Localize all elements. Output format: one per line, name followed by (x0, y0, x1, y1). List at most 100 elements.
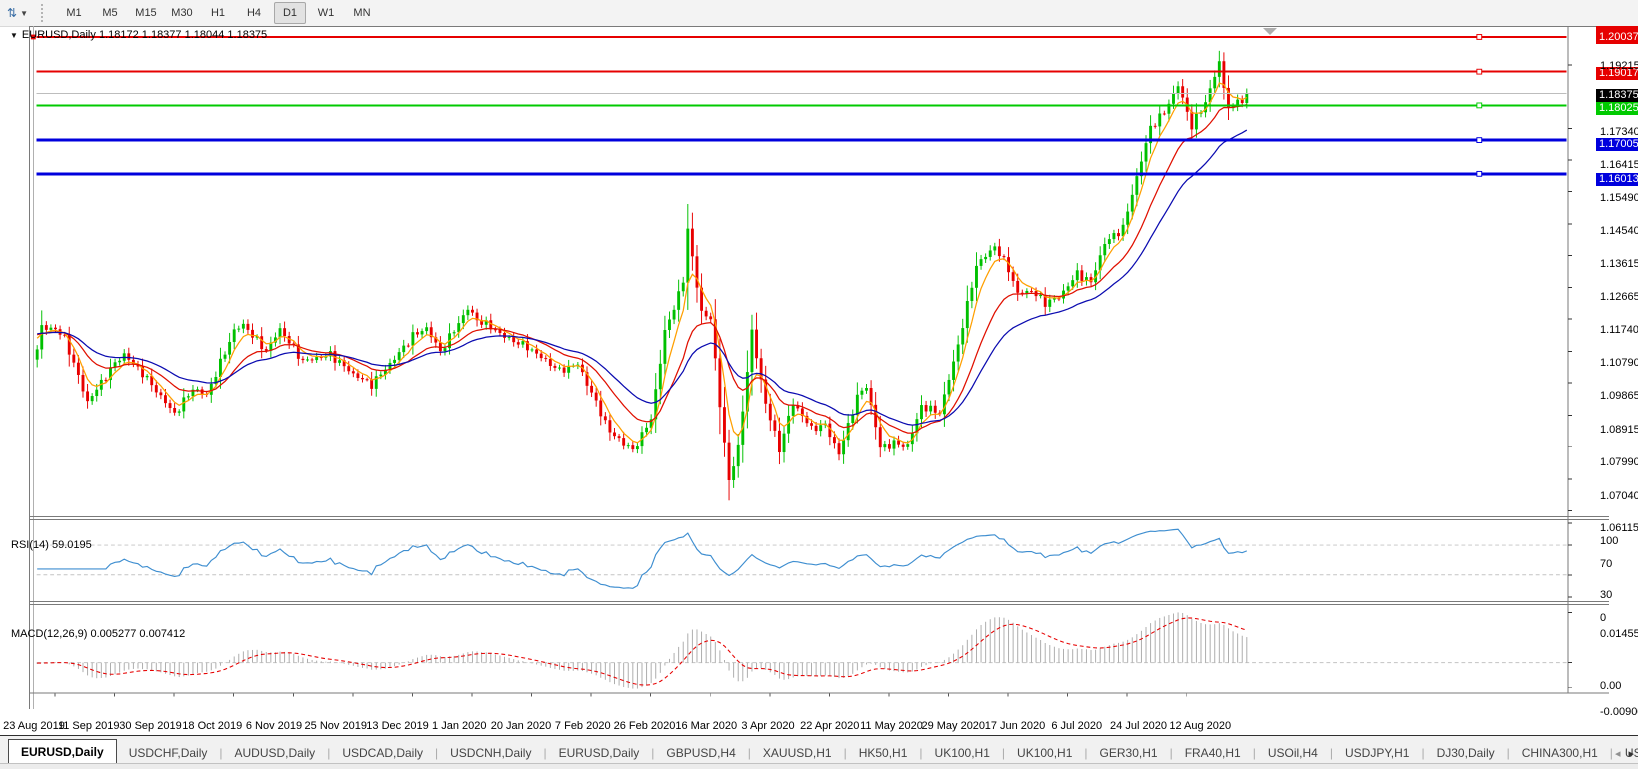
level-price-label: 1.17005 (1596, 138, 1638, 151)
line-handle (1477, 103, 1482, 108)
price-tick-label: 1.07040 (1600, 490, 1638, 502)
chart-tab-usdjpy-h1[interactable]: USDJPY,H1 (1333, 742, 1421, 764)
chart-tab-audusd-daily[interactable]: AUDUSD,Daily (223, 742, 328, 764)
symbol-dropdown-icon[interactable]: ▼ (10, 31, 18, 40)
date-tick-label: 17 Jun 2020 (985, 719, 1046, 733)
line-handle (1477, 171, 1482, 176)
date-tick-label: 24 Jul 2020 (1110, 719, 1167, 733)
date-tick-label: 18 Oct 2019 (182, 719, 242, 733)
price-tick-label: 1.19215 (1600, 60, 1638, 72)
date-tick-label: 6 Nov 2019 (246, 719, 302, 733)
chart-tab-bar: EURUSD,DailyUSDCHF,Daily|AUDUSD,Daily|US… (0, 735, 1638, 764)
chart-shift-marker-icon[interactable] (1263, 28, 1277, 35)
chart-tab-usoil-h4[interactable]: USOil,H4 (1256, 742, 1330, 764)
candles-layer[interactable] (36, 51, 1249, 500)
timeframe-toolbar: ⇅ ▼ M1M5M15M30H1H4D1W1MN (0, 0, 1638, 27)
price-tick-label: 1.14540 (1600, 225, 1638, 237)
price-tick-label: 1.17340 (1600, 126, 1638, 138)
chart-tab-gbpusd-h4[interactable]: GBPUSD,H4 (654, 742, 747, 764)
rsi-line (37, 529, 1247, 588)
level-price-label: 1.18025 (1596, 102, 1638, 115)
price-level-lines[interactable] (31, 35, 1567, 177)
timeframe-button-mn[interactable]: MN (346, 2, 378, 24)
trading-platform-window: { "toolbar": { "icon": "chart-profile", … (0, 0, 1638, 769)
chart-tab-uk100-h1[interactable]: UK100,H1 (1005, 742, 1084, 764)
date-tick-label: 29 May 2020 (921, 719, 985, 733)
chart-profile-button[interactable]: ⇅ ▼ (4, 4, 31, 22)
chart-tab-eurusd-daily[interactable]: EURUSD,Daily (8, 739, 117, 764)
chart-tab-usdchf-daily[interactable]: USDCHF,Daily (117, 742, 220, 764)
price-tick-label: 1.13615 (1600, 258, 1638, 270)
price-tick-label: 1.11740 (1600, 324, 1638, 336)
level-price-label: 1.16013 (1596, 173, 1638, 186)
price-tick-label: 1.08915 (1600, 424, 1638, 436)
date-tick-label: 7 Feb 2020 (555, 719, 611, 733)
date-tick-label: 26 Feb 2020 (614, 719, 676, 733)
timeframe-button-m30[interactable]: M30 (166, 2, 198, 24)
rsi-scale-label: 30 (1600, 589, 1612, 601)
macd-histogram (37, 612, 1247, 688)
date-tick-label: 3 Apr 2020 (741, 719, 794, 733)
date-tick-label: 16 Mar 2020 (675, 719, 737, 733)
date-tick-label: 11 Sep 2019 (58, 719, 120, 733)
rsi-scale-label: 70 (1600, 558, 1612, 570)
chart-tab-dj30-daily[interactable]: DJ30,Daily (1425, 742, 1507, 764)
date-tick-label: 25 Nov 2019 (305, 719, 367, 733)
line-handle (1477, 138, 1482, 143)
moving-average-lines (37, 83, 1247, 443)
rsi-indicator-label: RSI(14) 59.0195 (11, 539, 92, 551)
chart-tab-usdcnh-daily[interactable]: USDCNH,Daily (438, 742, 543, 764)
chart-title: ▼ EURUSD,Daily 1.18172 1.18377 1.18044 1.… (10, 29, 267, 41)
tab-scroll-right-icon[interactable]: ▸ (1628, 747, 1634, 760)
macd-scale-label: 0.00 (1600, 680, 1621, 692)
timeframe-button-w1[interactable]: W1 (310, 2, 342, 24)
date-tick-label: 23 Aug 2019 (3, 719, 65, 733)
chart-frame-lines (29, 26, 1609, 709)
chart-title-symbol: EURUSD,Daily (22, 29, 96, 41)
chart-tab-ger30-h1[interactable]: GER30,H1 (1088, 742, 1170, 764)
macd-indicator-label: MACD(12,26,9) 0.005277 0.007412 (11, 628, 185, 640)
date-tick-label: 30 Sep 2019 (119, 719, 181, 733)
price-tick-label: 1.15490 (1600, 192, 1638, 204)
main-chart-canvas[interactable] (0, 26, 1638, 735)
date-tick-label: 1 Jan 2020 (432, 719, 486, 733)
timeframe-button-d1[interactable]: D1 (274, 2, 306, 24)
price-tick-label: 1.16415 (1600, 159, 1638, 171)
price-tick-label: 1.06115 (1600, 522, 1638, 534)
rsi-scale-label: 100 (1600, 535, 1618, 547)
price-tick-label: 1.09865 (1600, 390, 1638, 402)
macd-scale-label: 0.014556 (1600, 628, 1638, 640)
chart-profile-icon: ⇅ (7, 6, 17, 20)
level-price-label: 1.20037 (1596, 31, 1638, 44)
tab-scroll-left-icon[interactable]: ◂ (1615, 747, 1621, 760)
chart-title-ohlc: 1.18172 1.18377 1.18044 1.18375 (99, 29, 267, 41)
line-handle (1477, 69, 1482, 74)
date-tick-label: 6 Jul 2020 (1051, 719, 1102, 733)
date-tick-label: 20 Jan 2020 (491, 719, 552, 733)
rsi-scale-label: 0 (1600, 612, 1606, 624)
timeframe-button-h4[interactable]: H4 (238, 2, 270, 24)
current-price-label: 1.18375 (1596, 89, 1638, 102)
toolbar-grip[interactable] (41, 4, 48, 22)
line-handle (1477, 35, 1482, 40)
chart-tab-usdcad-daily[interactable]: USDCAD,Daily (330, 742, 435, 764)
chart-tab-uk100-h1[interactable]: UK100,H1 (923, 742, 1002, 764)
timeframe-button-h1[interactable]: H1 (202, 2, 234, 24)
chart-tab-china300-h1[interactable]: CHINA300,H1 (1510, 742, 1610, 764)
date-tick-label: 22 Apr 2020 (800, 719, 859, 733)
chart-tab-xauusd-h1[interactable]: XAUUSD,H1 (751, 742, 844, 764)
timeframe-button-m1[interactable]: M1 (58, 2, 90, 24)
price-tick-label: 1.07990 (1600, 456, 1638, 468)
price-tick-label: 1.12665 (1600, 291, 1638, 303)
timeframe-button-m15[interactable]: M15 (130, 2, 162, 24)
price-tick-label: 1.10790 (1600, 357, 1638, 369)
chart-tab-hk50-h1[interactable]: HK50,H1 (847, 742, 920, 764)
chart-tab-fra40-h1[interactable]: FRA40,H1 (1173, 742, 1253, 764)
chart-tab-eurusd-daily[interactable]: EURUSD,Daily (547, 742, 652, 764)
date-tick-label: 13 Dec 2019 (366, 719, 428, 733)
date-tick-label: 11 May 2020 (860, 719, 923, 733)
timeframe-button-m5[interactable]: M5 (94, 2, 126, 24)
date-tick-label: 12 Aug 2020 (1169, 719, 1231, 733)
macd-scale-label: -0.00900 (1600, 706, 1638, 718)
chevron-down-icon: ▼ (20, 9, 28, 18)
